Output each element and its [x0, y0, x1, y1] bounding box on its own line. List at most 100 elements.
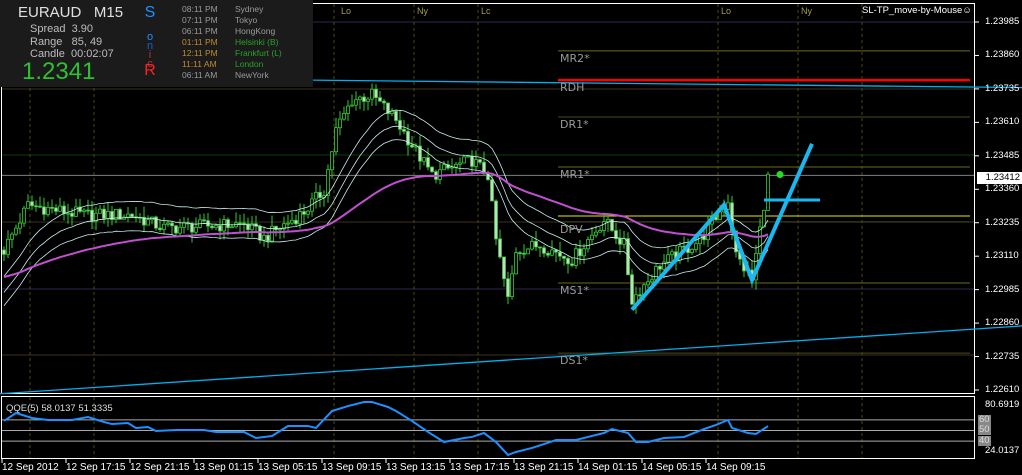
x-tick-label: 13 Sep 17:15	[450, 462, 510, 473]
candle-body	[194, 226, 198, 233]
candle-body	[394, 110, 398, 121]
candle-body	[698, 235, 702, 245]
candle-body	[566, 257, 570, 265]
x-tick-label: 14 Sep 09:15	[706, 462, 766, 473]
session-label: Ny	[801, 6, 812, 16]
candle-body	[294, 219, 298, 225]
candle-body	[646, 281, 650, 286]
clock-city: HongKong	[235, 26, 276, 36]
candle-body	[86, 209, 90, 212]
candle-body	[590, 234, 594, 240]
range-row: Range 85, 49	[30, 36, 102, 48]
candle-body	[690, 249, 694, 253]
candle-body	[238, 222, 242, 225]
candle-body	[34, 205, 38, 208]
x-tick-label: 13 Sep 21:15	[514, 462, 574, 473]
candle-body	[586, 239, 590, 250]
spread-label: Spread	[30, 23, 66, 35]
candle-body	[202, 219, 206, 222]
candle-body	[630, 274, 634, 305]
candle-body	[22, 207, 26, 224]
candle-body	[290, 219, 294, 224]
y-tick-label: 1.23610	[985, 116, 1020, 128]
candle-body	[298, 211, 302, 225]
candle-body	[314, 192, 318, 200]
candle-body	[350, 104, 354, 107]
x-tick-label: 14 Sep 05:15	[642, 462, 702, 473]
y-tick-label: 1.22735	[985, 350, 1020, 362]
candle-body	[258, 225, 262, 241]
qqe-level-label: 50	[978, 424, 991, 436]
candle-body	[370, 88, 374, 100]
session-label: Ny	[417, 6, 428, 16]
candle-body	[230, 226, 234, 229]
current-price-marker: 1.23412	[977, 172, 1022, 184]
candle-body	[190, 223, 194, 233]
y-tick-label: 1.23735	[985, 82, 1020, 94]
candle-body	[694, 243, 698, 250]
candle-body	[502, 256, 506, 280]
candle-body	[66, 212, 70, 215]
info-panel: EURAUD M15 Spread 3.90 Range 85, 49 Cand…	[0, 0, 313, 87]
clock-city: NewYork	[235, 70, 269, 80]
candle-body	[422, 157, 426, 162]
sonic-letter: R	[144, 62, 156, 79]
x-tick-label: 12 Sep 2012	[2, 462, 59, 473]
candle-body	[50, 206, 54, 209]
candle-body	[14, 227, 18, 235]
candle-body	[438, 169, 442, 180]
candle-body	[346, 105, 350, 114]
candle-body	[146, 219, 150, 226]
candle-body	[286, 222, 290, 225]
candle-body	[178, 226, 182, 234]
spread-value: 3.90	[71, 23, 94, 35]
candle-body	[278, 228, 282, 231]
qqe-level-label: 60	[978, 413, 991, 425]
candle-body	[90, 209, 94, 222]
candle-body	[478, 159, 482, 163]
candle-body	[606, 218, 610, 223]
pivot-label: MR2*	[560, 51, 590, 65]
candle-body	[574, 248, 578, 266]
candle-body	[354, 99, 358, 106]
zigzag-drawing	[630, 142, 814, 312]
candle-body	[538, 246, 542, 249]
symbol-timeframe: EURAUD M15	[18, 4, 123, 21]
x-tick-label: 14 Sep 01:15	[578, 462, 638, 473]
candle-body	[562, 255, 566, 259]
candle-body	[62, 205, 66, 214]
clock-city: London	[235, 59, 264, 69]
candle-body	[654, 265, 658, 281]
clock-city: Tokyo	[235, 15, 258, 25]
candle-body	[602, 221, 606, 231]
candle-body	[390, 110, 394, 114]
candle-body	[442, 164, 446, 171]
candle-body	[378, 97, 382, 102]
candle-body	[498, 238, 502, 258]
x-tick-label: 13 Sep 13:15	[386, 462, 446, 473]
pivot-label: DS1*	[560, 354, 588, 368]
y-tick-label: 1.23985	[985, 16, 1020, 27]
candle-body	[214, 225, 218, 229]
candle-body	[358, 96, 362, 101]
candle-body	[274, 225, 278, 231]
candle-body	[522, 252, 526, 255]
candle-body	[102, 208, 106, 220]
clock-time: 12:11 PM	[182, 48, 218, 58]
candle-body	[402, 128, 406, 132]
candle-body	[58, 205, 62, 212]
candle-body	[474, 159, 478, 167]
y-tick-label: 1.22860	[985, 317, 1020, 329]
candle-body	[506, 278, 510, 298]
candle-body	[550, 249, 554, 256]
range-value: 85, 49	[71, 36, 103, 48]
candle-body	[650, 279, 654, 283]
sonic-letter: S	[144, 4, 156, 21]
clock-city: Frankfurt (L)	[235, 48, 282, 58]
candle-body	[306, 210, 310, 215]
candle-body	[598, 230, 602, 233]
symbol: EURAUD	[18, 4, 82, 21]
candle-body	[334, 127, 338, 153]
candle-body	[106, 211, 110, 220]
clock-city: Helsinki (B)	[235, 37, 279, 47]
